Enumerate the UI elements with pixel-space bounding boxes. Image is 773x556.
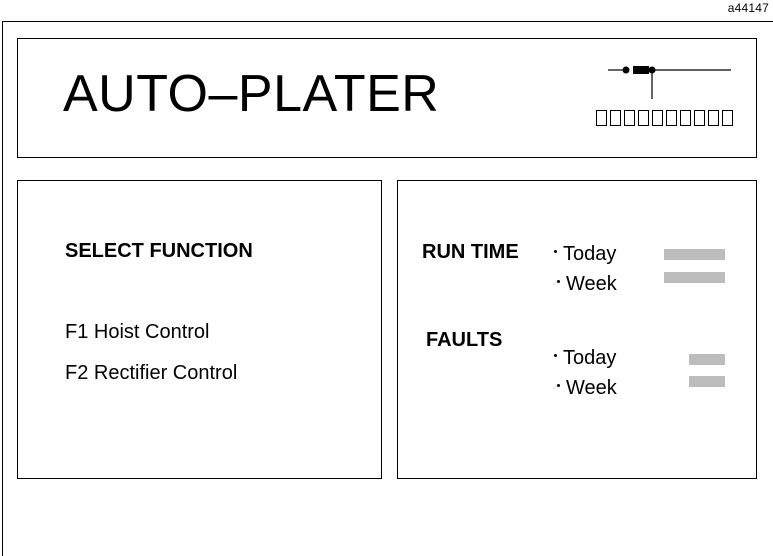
f2-rectifier-control-item[interactable]: F2 Rectifier Control	[65, 361, 237, 385]
run-time-today-label: Today	[554, 242, 616, 266]
select-function-heading: SELECT FUNCTION	[65, 240, 253, 262]
title-panel: AUTO–PLATER	[17, 38, 757, 158]
hoist-line-logo-icon	[596, 66, 733, 126]
bullet-icon	[557, 280, 560, 284]
bullet-icon	[554, 250, 557, 254]
faults-today-value-field	[689, 354, 725, 365]
run-time-today-value-field	[664, 249, 725, 260]
run-time-heading: RUN TIME	[422, 241, 519, 263]
f1-hoist-control-item[interactable]: F1 Hoist Control	[65, 320, 210, 344]
statistics-panel: RUN TIME Today Week FAULTS Today Week	[397, 180, 757, 479]
bullet-icon	[554, 354, 557, 358]
faults-week-text: Week	[566, 377, 617, 399]
run-time-week-text: Week	[566, 273, 617, 295]
faults-heading: FAULTS	[426, 329, 503, 351]
run-time-week-value-field	[664, 272, 725, 283]
run-time-today-text: Today	[563, 243, 617, 265]
faults-today-label: Today	[554, 346, 616, 370]
faults-today-text: Today	[563, 347, 617, 369]
app-title: AUTO–PLATER	[63, 65, 440, 123]
run-time-week-label: Week	[557, 272, 617, 296]
figure-id: a44147	[727, 1, 769, 15]
faults-week-value-field	[689, 376, 725, 387]
function-menu-panel: SELECT FUNCTION F1 Hoist Control F2 Rect…	[17, 180, 382, 479]
faults-week-label: Week	[557, 376, 617, 400]
bullet-icon	[557, 384, 560, 388]
